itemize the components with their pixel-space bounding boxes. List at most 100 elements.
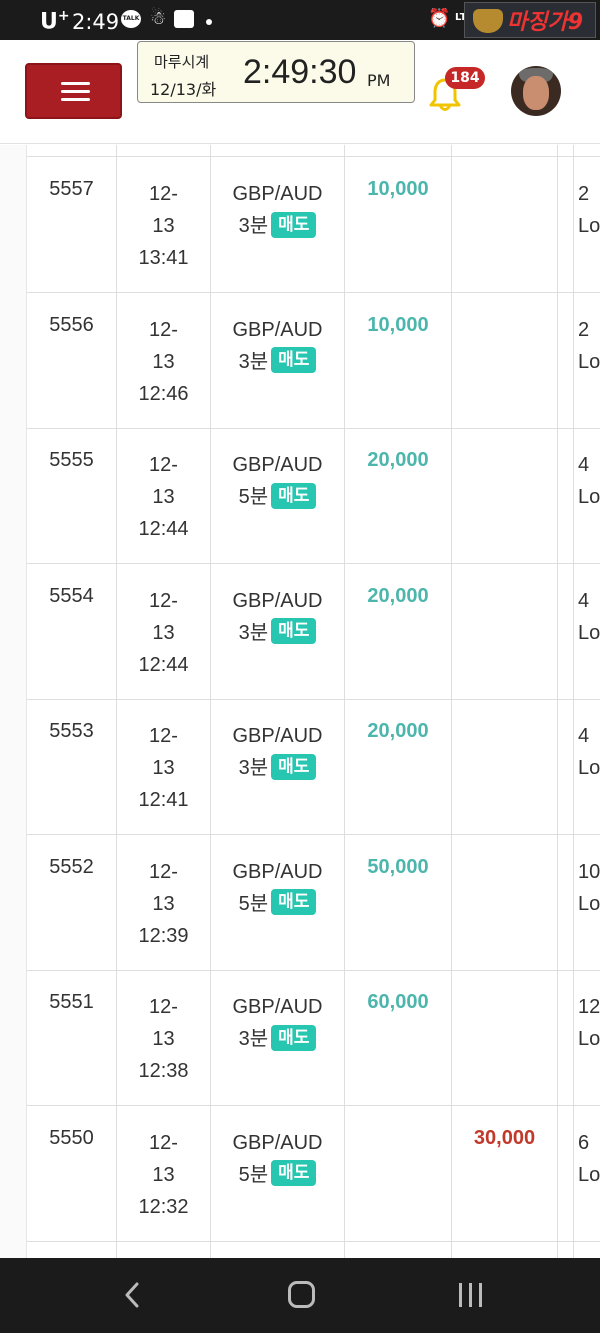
- sell-amount: [452, 157, 558, 293]
- hamburger-icon-line: [61, 90, 90, 93]
- kakaotalk-icon: TALK: [121, 10, 141, 28]
- trade-date-month: 12-: [149, 589, 178, 612]
- buy-amount: 10,000: [345, 292, 452, 429]
- clock-date: 12/13/화: [150, 80, 217, 99]
- trade-datetime: 12- 13 12:38: [117, 970, 211, 1106]
- table-row[interactable]: 5553 12- 13 12:41 GBP/AUD 3분 매도 20,000 4 Lo: [27, 699, 600, 835]
- menu-button[interactable]: [25, 63, 122, 119]
- table-row[interactable]: 5557 12- 13 13:41 GBP/AUD 3분 매도 10,000 2 Lo: [27, 157, 600, 293]
- trade-datetime: 12- 13 12:44: [117, 428, 211, 564]
- clock-time: 2:49:30: [243, 53, 357, 91]
- trade-time: 12:39: [138, 924, 189, 947]
- trade-pair: GBP/AUD 3분 매도: [211, 563, 345, 700]
- currency-pair: GBP/AUD: [232, 589, 323, 612]
- trade-date-day: 13: [152, 1163, 175, 1186]
- trade-date-day: 13: [152, 621, 175, 644]
- result-amount: 2: [578, 183, 590, 205]
- result-status: Lo: [578, 757, 600, 779]
- sell-amount: 30,000: [452, 1105, 558, 1242]
- table-row[interactable]: 5551 12- 13 12:38 GBP/AUD 3분 매도 60,000 12 Lo: [27, 970, 600, 1106]
- trade-id: 5555: [27, 428, 117, 564]
- currency-pair: GBP/AUD: [232, 454, 323, 476]
- result-status: Lo: [578, 1028, 600, 1050]
- sell-amount: [452, 563, 558, 700]
- notification-dot-icon: [206, 19, 212, 25]
- trade-id: 5556: [27, 292, 117, 429]
- avatar[interactable]: [511, 66, 561, 116]
- left-rail: [0, 145, 27, 1258]
- trade-id: 5550: [27, 1105, 117, 1242]
- alarm-icon: ⏰: [428, 8, 451, 29]
- result-amount: 12: [578, 996, 600, 1018]
- table-row[interactable]: 5554 12- 13 12:44 GBP/AUD 3분 매도 20,000 4 Lo: [27, 563, 600, 700]
- trade-duration: 3분: [238, 215, 269, 237]
- trade-pair: GBP/AUD 3분 매도: [211, 292, 345, 429]
- trade-duration: 3분: [238, 350, 269, 373]
- sell-amount: [452, 699, 558, 835]
- trade-id: 5552: [27, 834, 117, 971]
- result-amount: 10: [578, 860, 600, 883]
- trade-date-day: 13: [152, 486, 175, 508]
- result-cell: 2 Lo: [574, 293, 600, 429]
- trade-duration: 5분: [238, 1163, 269, 1186]
- notification-badge[interactable]: 184: [445, 67, 485, 89]
- app-header: 마루시계 12/13/화 2:49:30 PM 184: [0, 40, 600, 144]
- trade-date-day: 13: [152, 350, 175, 373]
- trade-id: 5557: [27, 157, 117, 293]
- currency-pair: GBP/AUD: [232, 183, 323, 205]
- table-row[interactable]: 5550 12- 13 12:32 GBP/AUD 5분 매도 30,000 6 Lo: [27, 1105, 600, 1242]
- sell-amount: [452, 428, 558, 564]
- trade-pair: GBP/AUD 5분 매도: [211, 1105, 345, 1242]
- table-row[interactable]: 5552 12- 13 12:39 GBP/AUD 5분 매도 50,000 10 Lo: [27, 834, 600, 971]
- trade-pair: GBP/AUD 3분 매도: [211, 970, 345, 1106]
- shield-icon: [473, 9, 503, 33]
- result-amount: 4: [578, 589, 590, 612]
- side-badge: 매도: [271, 889, 317, 916]
- side-badge: 매도: [271, 482, 317, 509]
- trade-id: 5551: [27, 970, 117, 1106]
- result-amount: 4: [578, 454, 590, 476]
- result-status: Lo: [578, 350, 600, 373]
- side-badge: 매도: [271, 753, 317, 780]
- status-time: 2:49: [72, 10, 120, 34]
- side-badge: 매도: [271, 211, 317, 238]
- site-logo: 마징가9: [464, 2, 596, 38]
- trade-time: 12:46: [138, 382, 189, 405]
- result-cell: 12 Lo: [574, 970, 600, 1106]
- trade-duration: 5분: [238, 486, 269, 508]
- result-spacer: [558, 563, 574, 700]
- trade-history-panel: 5557 12- 13 13:41 GBP/AUD 3분 매도 10,000 2 Lo 5556 12…: [0, 145, 600, 1258]
- side-badge: 매도: [271, 347, 317, 374]
- result-spacer: [558, 157, 574, 293]
- trade-date-month: 12-: [149, 1131, 178, 1154]
- result-cell: 4 Lo: [574, 699, 600, 835]
- result-cell: [558, 145, 574, 157]
- chevron-left-icon[interactable]: [118, 1280, 148, 1310]
- trade-date-month: 12-: [149, 454, 178, 476]
- result-spacer: [558, 699, 574, 835]
- sell-amount: [452, 970, 558, 1106]
- trade-date-day: 13: [152, 215, 175, 237]
- date-cell: [117, 145, 211, 157]
- result-spacer: [558, 834, 574, 971]
- result-amount: 2: [578, 318, 590, 341]
- chat-icon: [174, 10, 194, 28]
- table-row[interactable]: 5556 12- 13 12:46 GBP/AUD 3분 매도 10,000 2 Lo: [27, 292, 600, 429]
- result-cell: 2 Lo: [574, 157, 600, 293]
- currency-pair: GBP/AUD: [232, 725, 323, 747]
- recent-apps-line: [459, 1283, 462, 1307]
- currency-pair: GBP/AUD: [232, 860, 323, 883]
- trade-datetime: 12- 13 12:32: [117, 1105, 211, 1242]
- trade-time: 12:44: [138, 518, 189, 540]
- trade-date-month: 12-: [149, 318, 178, 341]
- result-status: Lo: [578, 1163, 600, 1186]
- result-spacer: [558, 970, 574, 1106]
- recent-apps-icon[interactable]: [456, 1283, 486, 1309]
- currency-pair: GBP/AUD: [232, 996, 323, 1018]
- buy-amount: 10,000: [345, 157, 452, 293]
- home-icon[interactable]: [288, 1281, 315, 1308]
- table-row[interactable]: 5555 12- 13 12:44 GBP/AUD 5분 매도 20,000 4 Lo: [27, 428, 600, 564]
- trade-datetime: 12- 13 12:39: [117, 834, 211, 971]
- status-bar: U+ 2:49 TALK ☃ ⏰ LTE 마징가9: [0, 0, 600, 40]
- trade-duration: 3분: [238, 621, 269, 644]
